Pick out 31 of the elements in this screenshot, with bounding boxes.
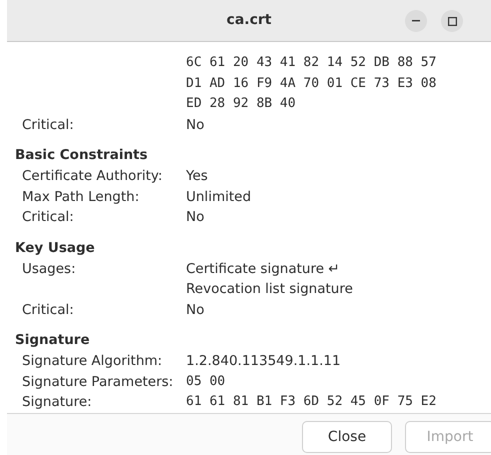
field-value: Certificate signature ↵ xyxy=(186,260,340,278)
field-value: 05 00 xyxy=(186,372,226,390)
minimize-icon xyxy=(412,20,420,22)
field-value: 1.2.840.113549.1.1.11 xyxy=(186,352,341,371)
field-value: No xyxy=(186,116,204,134)
field-label: Signature: xyxy=(22,394,92,410)
field-value: Yes xyxy=(186,167,208,186)
field-label: Critical: xyxy=(22,209,74,225)
minimize-button[interactable] xyxy=(405,10,427,32)
window-title: ca.crt xyxy=(226,11,272,30)
section-heading: Signature xyxy=(15,331,91,350)
field-label: Critical: xyxy=(22,302,74,318)
field-value: No xyxy=(186,300,204,320)
dialog-button[interactable]: Close xyxy=(302,421,392,453)
field-label: Signature Algorithm: xyxy=(22,353,162,369)
maximize-icon xyxy=(448,16,456,26)
section-heading: Basic Constraints xyxy=(15,146,149,165)
maximize-button[interactable] xyxy=(441,10,463,32)
field-label: Certificate Authority: xyxy=(22,168,162,184)
section-heading: Key Usage xyxy=(15,238,96,258)
field-value: Revocation list signature xyxy=(186,280,353,299)
field-value: D1 AD 16 F9 4A 70 01 CE 73 E3 08 xyxy=(186,74,436,92)
field-label: Critical: xyxy=(22,116,74,132)
field-value: No xyxy=(186,208,204,227)
field-value: 6C 61 20 43 41 82 14 52 DB 88 57 xyxy=(186,54,436,72)
field-value: ED 28 92 8B 40 xyxy=(186,95,296,113)
field-label: Signature Parameters: xyxy=(22,374,174,390)
field-value: 61 61 81 B1 F3 6D 52 45 0F 75 E2 xyxy=(186,393,436,411)
field-label: Max Path Length: xyxy=(22,188,140,204)
field-label: Usages: xyxy=(22,260,76,276)
field-value: Unlimited xyxy=(186,188,252,206)
